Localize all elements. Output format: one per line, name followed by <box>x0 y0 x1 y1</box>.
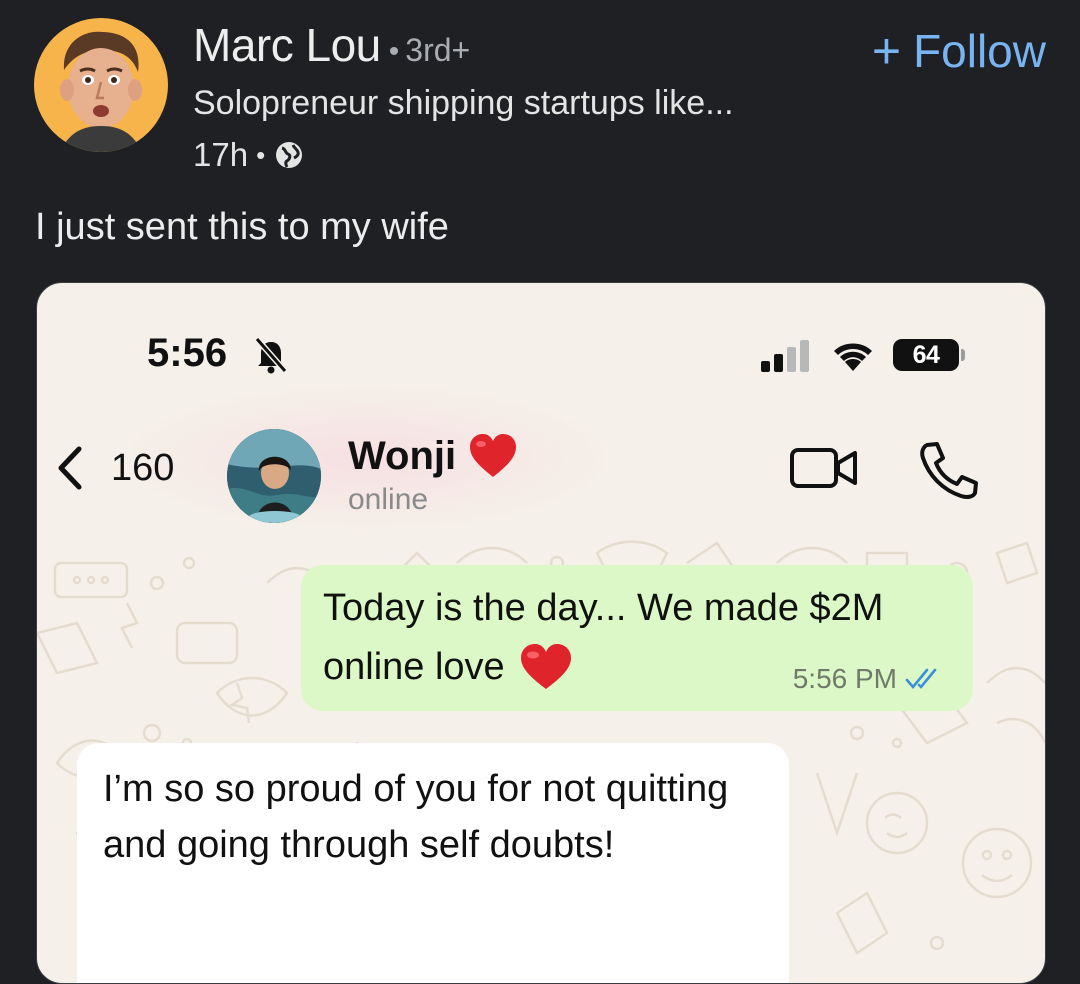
follow-label: Follow <box>913 25 1046 77</box>
contact-name: Wonji <box>348 433 457 478</box>
status-time: 5:56 <box>147 331 228 375</box>
post-text: I just sent this to my wife <box>35 206 449 248</box>
message-meta: 5:56 PM <box>793 663 945 695</box>
heart-icon <box>520 644 571 689</box>
plus-icon: + <box>871 23 902 79</box>
battery-tip <box>961 349 965 361</box>
double-check-icon <box>905 668 937 690</box>
author-name[interactable]: Marc Lou <box>193 18 381 72</box>
contact-avatar[interactable] <box>227 429 321 523</box>
battery-indicator: 64 <box>893 339 959 371</box>
outgoing-message[interactable]: Today is the day... We made $2M online l… <box>301 565 973 711</box>
post-image[interactable]: 5:56 64 160 Wonji online Today is the da… <box>36 282 1046 984</box>
contact-name-line[interactable]: Wonji <box>348 433 518 479</box>
wifi-icon <box>834 343 872 371</box>
meta-separator: • <box>256 139 266 170</box>
author-avatar[interactable] <box>34 18 168 152</box>
follow-button[interactable]: + Follow <box>872 24 1046 78</box>
author-separator: • <box>388 35 400 68</box>
heart-icon <box>470 434 517 477</box>
status-bar: 5:56 64 <box>37 283 1045 383</box>
unread-count: 160 <box>111 446 175 489</box>
post-time: 17h <box>193 136 249 173</box>
video-call-icon[interactable] <box>789 443 859 493</box>
post-meta: 17h • <box>193 136 305 174</box>
message-time: 5:56 PM <box>792 663 897 694</box>
contact-status: online <box>348 483 429 516</box>
incoming-message[interactable]: I’m so so proud of you for not quitting … <box>77 743 789 983</box>
bell-slash-icon <box>254 337 288 374</box>
author-headline: Solopreneur shipping startups like... <box>193 84 734 122</box>
outgoing-message-line1: Today is the day... We made $2M <box>323 587 884 629</box>
connection-degree: 3rd+ <box>405 32 471 68</box>
post-header: Marc Lou • 3rd+ Solopreneur shipping sta… <box>0 0 1080 190</box>
chat-header: 160 Wonji online <box>37 383 1045 533</box>
cellular-signal-icon <box>761 340 809 372</box>
phone-call-icon[interactable] <box>917 441 979 499</box>
incoming-message-text: I’m so so proud of you for not quitting … <box>103 768 729 866</box>
author-line: Marc Lou • 3rd+ <box>193 18 470 72</box>
outgoing-message-line2-wrap: online love <box>323 643 573 691</box>
outgoing-message-line2: online love <box>323 645 505 688</box>
back-button[interactable]: 160 <box>55 443 174 493</box>
chevron-left-icon <box>58 446 82 490</box>
globe-icon <box>273 139 305 171</box>
